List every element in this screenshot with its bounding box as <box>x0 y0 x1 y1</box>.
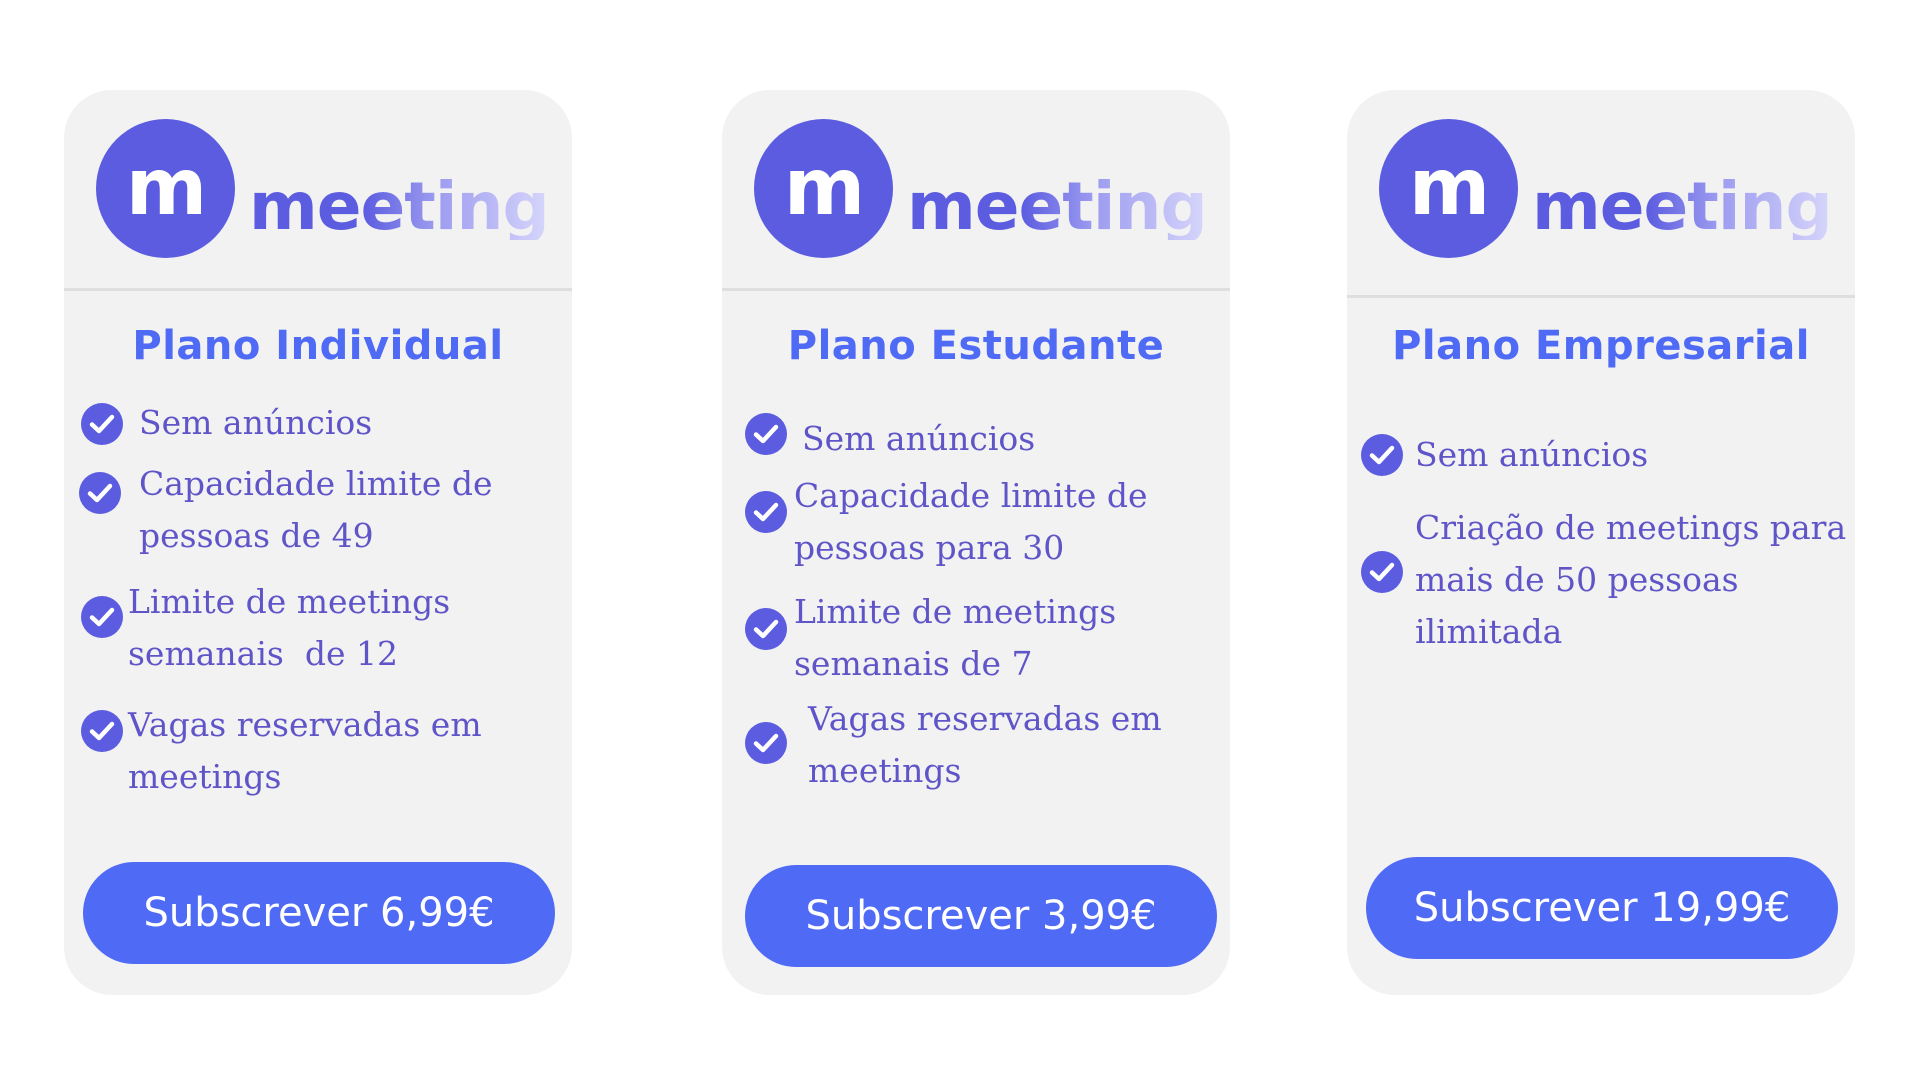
logo-wordmark: meeting <box>907 168 1208 245</box>
meeting-logo: m meeting <box>754 119 1208 258</box>
check-circle-icon <box>81 596 123 638</box>
plan-card-estudante: m meeting Plano Estudante Sem anúncios C… <box>722 90 1230 995</box>
logo-wordmark: meeting <box>1532 168 1833 245</box>
feature-text: Criação de meetings para mais de 50 pess… <box>1415 508 1847 651</box>
feature-text: Limite de meetings semanais de 7 <box>794 592 1117 683</box>
pricing-page: m meeting Plano Individual Sem anúncios … <box>0 0 1920 1080</box>
subscribe-button[interactable]: Subscrever 19,99€ <box>1366 857 1838 959</box>
check-circle-icon <box>81 403 123 445</box>
feature-text: Sem anúncios <box>139 403 373 442</box>
check-circle-icon <box>745 722 787 764</box>
feature-text: Vagas reservadas em meetings <box>128 705 482 796</box>
logo-badge: m <box>96 119 235 258</box>
subscribe-button[interactable]: Subscrever 3,99€ <box>745 865 1217 967</box>
logo-wordmark: meeting <box>249 168 550 245</box>
feature-text: Sem anúncios <box>1415 435 1649 474</box>
logo-badge: m <box>1379 119 1518 258</box>
subscribe-button[interactable]: Subscrever 6,99€ <box>83 862 555 964</box>
divider <box>722 288 1230 291</box>
check-circle-icon <box>745 491 787 533</box>
check-circle-icon <box>81 710 123 752</box>
feature-text: Capacidade limite de pessoas de 49 <box>139 464 493 555</box>
check-circle-icon <box>1361 551 1403 593</box>
check-circle-icon <box>745 413 787 455</box>
plan-card-individual: m meeting Plano Individual Sem anúncios … <box>64 90 572 995</box>
feature-text: Limite de meetings semanais de 12 <box>128 582 451 673</box>
check-circle-icon <box>745 608 787 650</box>
logo-badge: m <box>754 119 893 258</box>
plan-title: Plano Estudante <box>787 323 1165 369</box>
feature-text: Vagas reservadas em meetings <box>808 699 1162 790</box>
check-circle-icon <box>79 472 121 514</box>
plan-title: Plano Individual <box>132 323 504 369</box>
plan-title: Plano Empresarial <box>1392 323 1810 369</box>
meeting-logo: m meeting <box>96 119 550 258</box>
divider <box>64 288 572 291</box>
meeting-logo: m meeting <box>1379 119 1833 258</box>
feature-text: Capacidade limite de pessoas para 30 <box>794 476 1148 567</box>
divider <box>1347 295 1855 298</box>
check-circle-icon <box>1361 434 1403 476</box>
feature-text: Sem anúncios <box>802 419 1036 458</box>
plan-card-empresarial: m meeting Plano Empresarial Sem anúncios… <box>1347 90 1855 995</box>
